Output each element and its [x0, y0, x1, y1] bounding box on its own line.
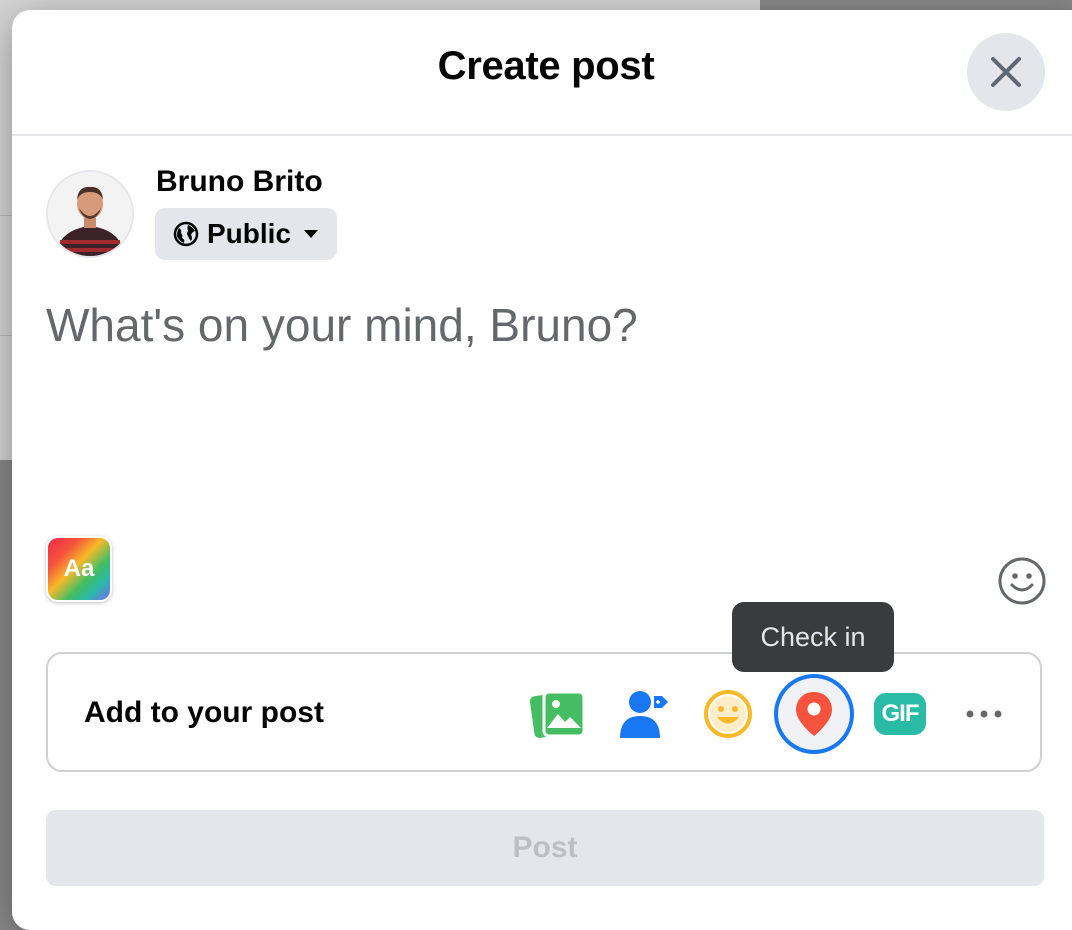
check-in-tooltip: Check in — [732, 602, 894, 672]
smiley-outline-icon — [998, 557, 1046, 605]
author-name[interactable]: Bruno Brito — [156, 165, 323, 199]
emoji-picker-button[interactable] — [996, 555, 1048, 607]
gif-icon: GIF — [874, 693, 926, 735]
photo-icon — [530, 690, 586, 738]
post-composer-input[interactable] — [46, 298, 1036, 498]
avatar — [46, 170, 134, 258]
check-in-button[interactable] — [778, 678, 850, 750]
post-button[interactable]: Post — [46, 810, 1044, 886]
photo-video-button[interactable] — [522, 678, 594, 750]
caret-down-icon — [303, 229, 319, 239]
location-pin-icon — [796, 692, 832, 736]
dialog-title: Create post — [437, 44, 655, 88]
add-to-post-bar: Add to your post GIF — [46, 652, 1042, 772]
tag-people-icon — [620, 691, 668, 738]
dialog-header: Create post — [12, 10, 1072, 136]
close-button[interactable] — [967, 33, 1045, 111]
post-button-label: Post — [512, 831, 578, 864]
audience-label: Public — [207, 218, 292, 249]
background-color-picker[interactable]: Aa — [46, 536, 112, 602]
audience-selector[interactable]: Public — [155, 208, 338, 260]
gif-label: GIF — [881, 700, 920, 727]
tag-people-button[interactable] — [608, 678, 680, 750]
gif-button[interactable]: GIF — [864, 678, 936, 750]
more-icon — [966, 710, 1002, 718]
tooltip-text: Check in — [760, 621, 866, 652]
globe-icon — [173, 221, 199, 247]
create-post-dialog: Create post Bruno Brito Public What's on… — [12, 10, 1072, 930]
feeling-activity-button[interactable] — [692, 678, 764, 750]
more-options-button[interactable] — [948, 678, 1020, 750]
background-picker-label: Aa — [63, 555, 95, 582]
close-icon — [991, 57, 1021, 87]
smiley-icon — [704, 690, 752, 738]
add-to-post-label: Add to your post — [84, 696, 324, 729]
